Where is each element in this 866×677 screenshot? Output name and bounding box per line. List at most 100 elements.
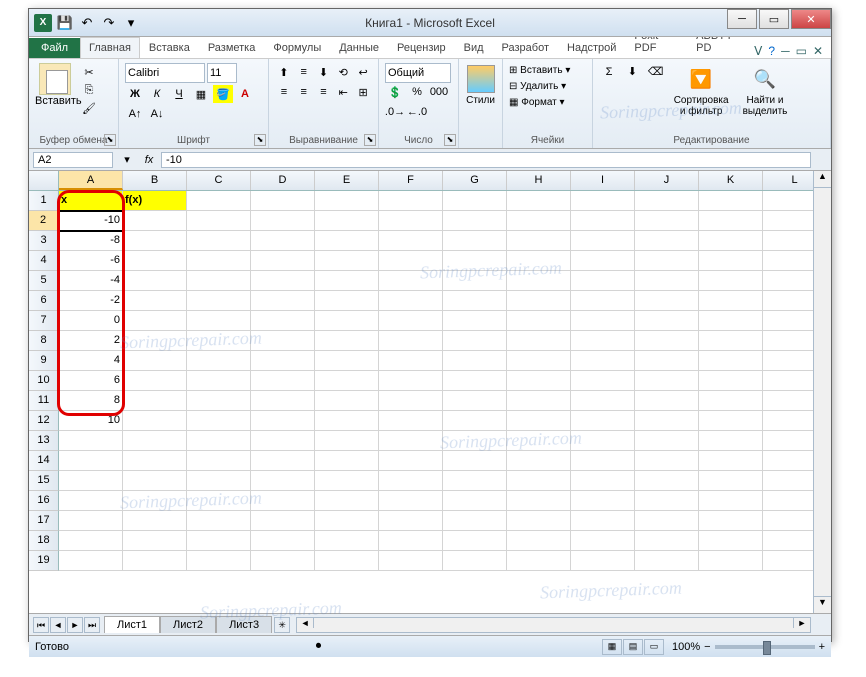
cell[interactable] (635, 531, 699, 551)
cell[interactable] (315, 411, 379, 431)
cell[interactable] (315, 471, 379, 491)
grow-font-icon[interactable]: A↑ (125, 105, 145, 123)
tab-formulas[interactable]: Формулы (264, 37, 330, 58)
cell[interactable] (123, 391, 187, 411)
cell[interactable] (699, 231, 763, 251)
qat-dropdown-icon[interactable]: ▾ (121, 13, 141, 33)
column-header[interactable]: B (123, 171, 187, 190)
cell[interactable] (571, 491, 635, 511)
cell[interactable] (123, 531, 187, 551)
cell[interactable] (571, 371, 635, 391)
cell[interactable] (443, 491, 507, 511)
cell[interactable] (187, 471, 251, 491)
cell[interactable] (379, 231, 443, 251)
align-top-icon[interactable]: ⬆ (275, 63, 293, 81)
cell[interactable] (699, 531, 763, 551)
delete-cells-button[interactable]: ⊟ Удалить ▾ (509, 79, 586, 95)
doc-restore-icon[interactable]: ▭ (796, 44, 807, 58)
cell[interactable] (187, 191, 251, 211)
cell[interactable] (315, 331, 379, 351)
format-cells-button[interactable]: ▦ Формат ▾ (509, 95, 586, 111)
cell[interactable] (187, 311, 251, 331)
cell[interactable] (251, 271, 315, 291)
cell[interactable] (123, 311, 187, 331)
cell[interactable] (443, 511, 507, 531)
cell[interactable] (123, 351, 187, 371)
cell[interactable] (635, 551, 699, 571)
copy-button[interactable]: ⎘ (79, 81, 99, 99)
column-header[interactable]: G (443, 171, 507, 190)
cell[interactable] (571, 431, 635, 451)
select-all-corner[interactable] (29, 171, 59, 190)
cell[interactable] (507, 411, 571, 431)
cell[interactable] (187, 451, 251, 471)
cell[interactable] (315, 351, 379, 371)
cell[interactable] (443, 291, 507, 311)
cell[interactable] (251, 491, 315, 511)
cell[interactable] (635, 271, 699, 291)
row-header[interactable]: 5 (29, 271, 59, 291)
cell[interactable] (123, 231, 187, 251)
cell[interactable] (123, 371, 187, 391)
cell[interactable] (251, 451, 315, 471)
cell[interactable] (251, 291, 315, 311)
help-icon[interactable]: ? (768, 44, 775, 58)
bold-button[interactable]: Ж (125, 85, 145, 103)
cell[interactable] (507, 491, 571, 511)
align-right-icon[interactable]: ≡ (315, 83, 333, 101)
cell[interactable] (379, 411, 443, 431)
row-header[interactable]: 7 (29, 311, 59, 331)
cell[interactable] (379, 551, 443, 571)
cell[interactable] (315, 451, 379, 471)
cell[interactable] (443, 411, 507, 431)
cell[interactable]: f(x) (123, 191, 187, 211)
cell[interactable] (251, 211, 315, 231)
save-button[interactable]: 💾 (55, 13, 75, 33)
clipboard-dialog-icon[interactable]: ⬊ (104, 134, 116, 146)
cell[interactable] (571, 311, 635, 331)
cell[interactable] (59, 471, 123, 491)
cell[interactable] (699, 491, 763, 511)
cell[interactable] (507, 231, 571, 251)
currency-icon[interactable]: 💲 (385, 83, 405, 101)
cell[interactable] (635, 291, 699, 311)
cell[interactable] (187, 211, 251, 231)
cell[interactable] (571, 351, 635, 371)
zoom-slider[interactable] (715, 645, 815, 649)
column-header[interactable]: F (379, 171, 443, 190)
cell[interactable] (187, 531, 251, 551)
decrease-decimal-icon[interactable]: ←.0 (407, 103, 427, 121)
cell[interactable] (635, 451, 699, 471)
cell[interactable] (59, 491, 123, 511)
orientation-icon[interactable]: ⟲ (334, 63, 352, 81)
ribbon-minimize-icon[interactable]: ᐯ (754, 44, 762, 58)
cell[interactable] (251, 231, 315, 251)
cell[interactable] (187, 551, 251, 571)
paste-button[interactable]: Вставить (35, 63, 75, 117)
cell[interactable] (635, 491, 699, 511)
cell[interactable] (315, 271, 379, 291)
cell[interactable] (571, 291, 635, 311)
cell[interactable] (443, 391, 507, 411)
cell[interactable] (379, 471, 443, 491)
cell[interactable] (187, 231, 251, 251)
column-header[interactable]: H (507, 171, 571, 190)
cell[interactable] (635, 471, 699, 491)
cell[interactable] (507, 211, 571, 231)
cell[interactable] (507, 451, 571, 471)
cell[interactable] (251, 431, 315, 451)
cell[interactable] (379, 371, 443, 391)
cell[interactable]: -8 (59, 231, 123, 251)
cell[interactable] (699, 511, 763, 531)
cell[interactable] (379, 311, 443, 331)
row-header[interactable]: 14 (29, 451, 59, 471)
cell[interactable] (123, 451, 187, 471)
cell[interactable] (315, 311, 379, 331)
column-header[interactable]: K (699, 171, 763, 190)
align-middle-icon[interactable]: ≡ (295, 63, 313, 81)
cell[interactable] (443, 431, 507, 451)
cell[interactable] (699, 331, 763, 351)
cell[interactable] (251, 311, 315, 331)
cell[interactable] (315, 391, 379, 411)
cell[interactable] (571, 271, 635, 291)
